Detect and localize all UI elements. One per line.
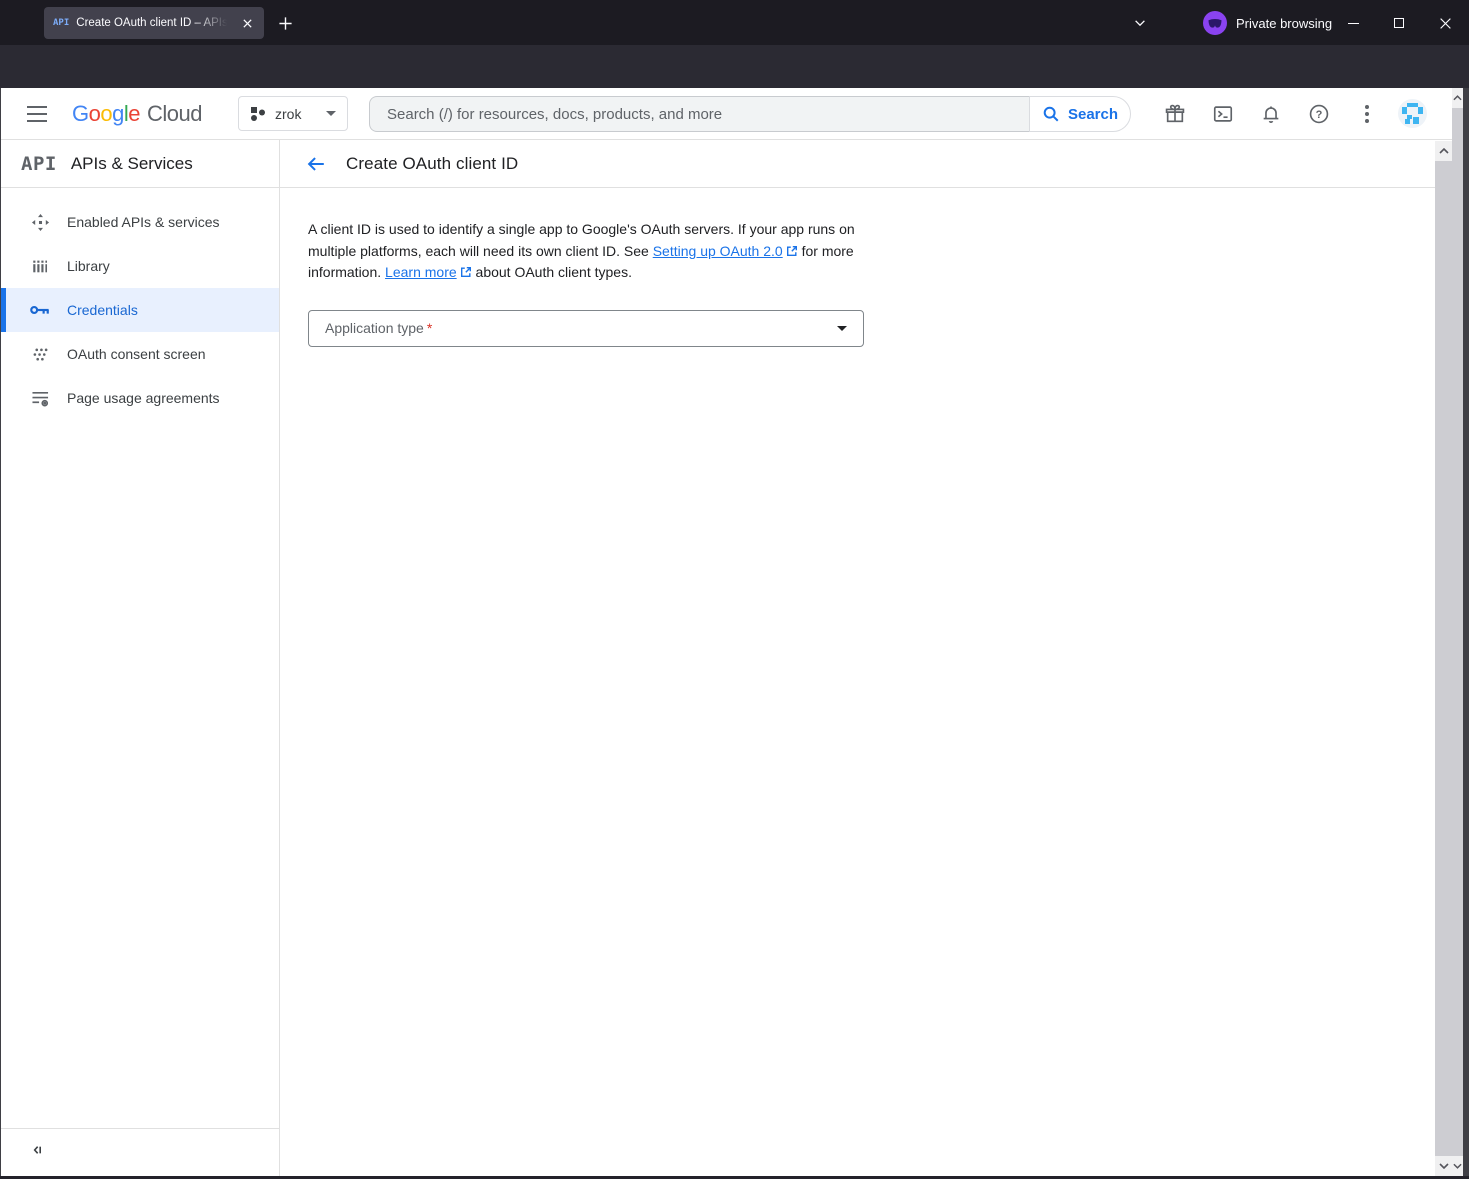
sidebar-item-library[interactable]: Library [1,244,279,288]
browser-titlebar: API Create OAuth client ID – APIs & Serv… [0,0,1469,45]
sidebar-item-label: Enabled APIs & services [67,214,220,230]
private-mask-icon [1203,11,1227,35]
project-icon [250,106,266,122]
sidebar-header: API APIs & Services [1,140,279,188]
search-button[interactable]: Search [1029,96,1131,132]
sidebar-item-label: Library [67,258,110,274]
sidebar-item-oauth-consent[interactable]: OAuth consent screen [1,332,279,376]
external-link-icon [460,266,472,278]
project-selector[interactable]: zrok [238,96,348,131]
page-title: Create OAuth client ID [346,154,518,174]
sidebar-item-label: Credentials [67,302,138,318]
sidebar-item-enabled-apis[interactable]: Enabled APIs & services [1,200,279,244]
description-paragraph: A client ID is used to identify a single… [308,219,868,284]
cloud-shell-icon[interactable] [1211,102,1235,126]
new-tab-button[interactable] [272,10,298,36]
sidebar-footer [1,1128,279,1176]
notifications-bell-icon[interactable] [1259,102,1283,126]
page-body: A client ID is used to identify a single… [280,188,1436,347]
learn-more-link[interactable]: Learn more [385,264,457,280]
browser-window: API Create OAuth client ID – APIs & Serv… [0,0,1469,1179]
scroll-up-icon[interactable] [1452,88,1463,108]
description-text: about OAuth client types. [472,264,632,280]
content-scrollbar[interactable] [1435,141,1452,1176]
collapse-sidebar-icon[interactable] [29,1142,45,1163]
scroll-down-icon[interactable] [1452,1156,1463,1176]
free-trial-gift-icon[interactable] [1163,102,1187,126]
browser-tab[interactable]: API Create OAuth client ID – APIs & Serv… [44,7,264,39]
console-search: Search [369,96,1131,132]
tab-favicon-api: API [53,18,69,28]
search-button-label: Search [1068,106,1118,123]
console-nav-menu-icon[interactable] [23,100,51,128]
external-link-icon [786,245,798,257]
sidebar-title: APIs & Services [71,154,193,174]
scroll-down-icon[interactable] [1435,1156,1452,1176]
window-maximize-button[interactable] [1383,10,1415,36]
dropdown-caret-icon [837,326,847,331]
sidebar: API APIs & Services Enabled APIs & servi… [1,140,280,1176]
apis-product-logo: API [21,153,57,175]
sidebar-item-label: OAuth consent screen [67,346,206,362]
required-asterisk: * [427,320,432,336]
tab-title: Create OAuth client ID – APIs & Services [76,17,232,29]
apis-compass-icon [29,213,51,232]
scroll-up-icon[interactable] [1435,141,1452,161]
main-content: Create OAuth client ID A client ID is us… [280,140,1436,1176]
project-name: zrok [275,106,301,122]
setting-up-oauth-link[interactable]: Setting up OAuth 2.0 [653,243,783,259]
google-cloud-logo[interactable]: Google Cloud [72,88,202,139]
svg-text:?: ? [1316,109,1323,121]
browser-toolbar: https://console.cloud.google.com/apis/cr… [0,45,1469,88]
private-browsing-label: Private browsing [1236,16,1332,31]
sidebar-item-page-usage[interactable]: Page usage agreements [1,376,279,420]
window-close-button[interactable] [1429,10,1461,36]
window-border [1463,88,1469,1179]
cloud-wordmark: Cloud [147,101,202,127]
consent-dots-icon [29,347,51,362]
avatar-identicon [1402,103,1423,124]
search-icon [1042,105,1060,123]
page-header: Create OAuth client ID [280,140,1436,188]
list-all-tabs-button[interactable] [1126,10,1154,36]
tab-close-icon[interactable] [239,15,255,31]
agreements-list-gear-icon [29,390,51,407]
chevron-down-icon [326,111,336,116]
application-type-label: Application type* [325,320,432,336]
minimize-icon [1348,23,1359,24]
window-scrollbar[interactable] [1452,88,1463,1176]
back-arrow-button[interactable] [302,150,330,178]
close-icon [1439,17,1452,30]
maximize-icon [1394,18,1404,28]
search-input[interactable] [387,106,1012,123]
help-icon[interactable]: ? [1307,102,1331,126]
sidebar-nav: Enabled APIs & services Library Credenti… [1,188,279,420]
window-border [0,88,1,1179]
console-header: Google Cloud zrok Search [1,88,1452,140]
key-icon [29,304,51,316]
sidebar-item-label: Page usage agreements [67,390,220,406]
library-columns-icon [29,257,51,275]
private-browsing-indicator: Private browsing [1203,10,1332,36]
sidebar-item-credentials[interactable]: Credentials [1,288,279,332]
more-options-icon[interactable] [1355,102,1379,126]
application-type-select[interactable]: Application type* [308,310,864,347]
search-field[interactable] [369,96,1029,132]
account-avatar[interactable] [1398,99,1427,128]
window-minimize-button[interactable] [1337,10,1369,36]
